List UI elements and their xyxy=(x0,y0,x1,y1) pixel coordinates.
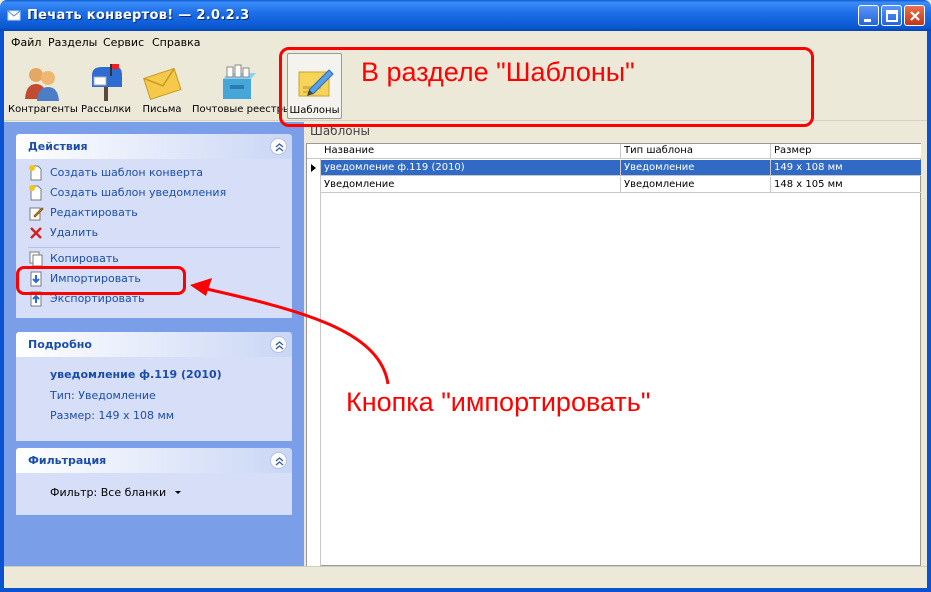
annotation-arrow xyxy=(190,278,390,385)
